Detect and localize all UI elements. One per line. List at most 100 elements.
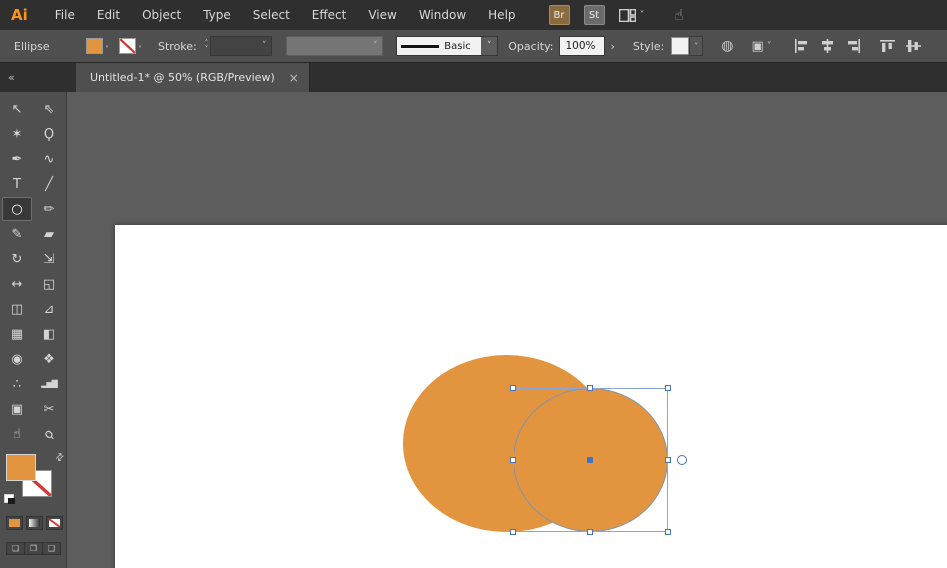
draw-normal-button[interactable]: ❏ [7, 543, 25, 554]
color-button-icon [9, 519, 20, 527]
align-right-button[interactable] [846, 39, 861, 53]
perspective-grid-tool[interactable]: ⊿ [34, 297, 64, 321]
selection-handle-top-center[interactable] [587, 385, 593, 391]
symbol-sprayer-tool[interactable]: ∴ [2, 372, 32, 396]
fill-swatch[interactable] [86, 38, 103, 54]
chevron-down-icon[interactable]: ˅ [689, 36, 703, 56]
swap-fill-stroke-icon[interactable]: ⇄ [53, 451, 67, 465]
menu-bar: Ai File Edit Object Type Select Effect V… [0, 0, 947, 30]
mesh-tool[interactable]: ▦ [2, 322, 32, 346]
fill-color-indicator[interactable] [6, 454, 36, 481]
type-icon: T [13, 178, 21, 191]
selection-handle-bottom-left[interactable] [510, 529, 516, 535]
tab-close-icon[interactable]: × [289, 71, 299, 85]
chevron-down-icon[interactable]: ˅ [481, 37, 497, 55]
slice-tool[interactable]: ✂ [34, 397, 64, 421]
align-left-button[interactable] [794, 39, 809, 53]
hand-gesture-icon[interactable]: ☝ [675, 6, 684, 24]
variable-width-profile-dropdown[interactable]: ˅ [286, 36, 383, 56]
style-label[interactable]: Style: [633, 40, 664, 53]
brush-definition-combo[interactable]: Basic ˅ [396, 36, 498, 56]
selection-handle-top-right[interactable] [665, 385, 671, 391]
menu-effect[interactable]: Effect [301, 8, 358, 22]
zoom-tool[interactable]: ϙ [34, 422, 64, 446]
selection-handle-bottom-right[interactable] [665, 529, 671, 535]
selection-handle-bottom-center[interactable] [587, 529, 593, 535]
eraser-icon: ▰ [44, 228, 54, 241]
stroke-none-swatch[interactable] [119, 38, 136, 54]
eraser-tool[interactable]: ▰ [34, 222, 64, 246]
hand-tool[interactable]: ☝ [2, 422, 32, 446]
chevron-right-icon[interactable]: › [610, 40, 614, 53]
align-vertical-center-button[interactable] [906, 39, 921, 53]
gradient-button[interactable] [26, 516, 43, 530]
line-segment-tool[interactable]: ╱ [34, 172, 64, 196]
graphic-style-swatch[interactable] [671, 37, 689, 55]
document-tab[interactable]: Untitled-1* @ 50% (RGB/Preview) × [76, 63, 310, 92]
bridge-button[interactable]: Br [549, 5, 570, 25]
width-tool[interactable]: ↔ [2, 272, 32, 296]
align-center-button[interactable] [820, 39, 835, 53]
menu-edit[interactable]: Edit [86, 8, 131, 22]
app-logo[interactable]: Ai [11, 6, 28, 24]
chevron-down-icon: ˅ [640, 10, 645, 21]
menu-window[interactable]: Window [408, 8, 477, 22]
live-shape-radius-handle[interactable] [677, 455, 687, 465]
direct-selection-tool[interactable]: ⇖ [34, 97, 64, 121]
shape-builder-icon: ◫ [11, 303, 23, 316]
default-fill-stroke-icon[interactable] [4, 494, 14, 503]
menu-select[interactable]: Select [242, 8, 301, 22]
free-transform-tool[interactable]: ◱ [34, 272, 64, 296]
stroke-label[interactable]: Stroke: [158, 40, 197, 53]
opacity-input[interactable]: 100% [559, 36, 605, 56]
blend-tool[interactable]: ❖ [34, 347, 64, 371]
stepper-down-icon[interactable]: ˅ [205, 46, 209, 52]
menu-file[interactable]: File [44, 8, 86, 22]
direct-selection-tool-icon: ⇖ [44, 103, 55, 116]
stroke-weight-stepper[interactable]: ˄ ˅ [205, 40, 209, 52]
selection-handle-middle-left[interactable] [510, 457, 516, 463]
draw-behind-button[interactable]: ❐ [25, 543, 43, 554]
opacity-label[interactable]: Opacity: [508, 40, 553, 53]
gradient-tool[interactable]: ◧ [34, 322, 64, 346]
stock-button[interactable]: St [584, 5, 605, 25]
type-tool[interactable]: T [2, 172, 32, 196]
stroke-color-control[interactable]: ˅ [119, 38, 142, 54]
none-button[interactable] [46, 516, 63, 530]
shaper-icon: ✎ [12, 228, 23, 241]
column-graph-tool[interactable]: ▂▅▇ [34, 372, 64, 396]
selection-handle-top-left[interactable] [510, 385, 516, 391]
stroke-weight-dropdown[interactable]: ˅ [210, 36, 272, 56]
menu-object[interactable]: Object [131, 8, 192, 22]
fill-stroke-indicator: ⇄ [4, 452, 66, 506]
selection-tool[interactable]: ↖ [2, 97, 32, 121]
eyedropper-tool[interactable]: ◉ [2, 347, 32, 371]
drawing-mode-buttons: ❏ ❐ ❑ [6, 542, 61, 555]
shaper-tool[interactable]: ✎ [2, 222, 32, 246]
paintbrush-tool[interactable]: ✏ [34, 197, 64, 221]
scale-tool[interactable]: ⇲ [34, 247, 64, 271]
pen-tool[interactable]: ✒ [2, 147, 32, 171]
curvature-tool[interactable]: ∿ [34, 147, 64, 171]
artboard-tool[interactable]: ▣ [2, 397, 32, 421]
document-setup-control[interactable]: ▣ ˅ [751, 39, 771, 54]
document-tab-bar: « Untitled-1* @ 50% (RGB/Preview) × [0, 63, 947, 92]
lasso-tool[interactable]: Ϙ [34, 122, 64, 146]
tools-panel: ↖ ⇖ ✶ Ϙ ✒ ∿ T ╱ ○ ✏ ✎ ▰ ↻ ⇲ ↔ ◱ ◫ ⊿ ▦ ◧ … [0, 92, 67, 568]
menu-view[interactable]: View [357, 8, 407, 22]
fill-color-control[interactable]: ˅ [86, 38, 109, 54]
globe-icon[interactable]: ◍ [721, 38, 733, 54]
shape-builder-tool[interactable]: ◫ [2, 297, 32, 321]
ellipse-tool[interactable]: ○ [2, 197, 32, 221]
menu-type[interactable]: Type [192, 8, 242, 22]
selection-handle-middle-right[interactable] [665, 457, 671, 463]
color-button[interactable] [6, 516, 23, 530]
menu-help[interactable]: Help [477, 8, 526, 22]
collapse-panel-button[interactable]: « [0, 63, 76, 92]
magic-wand-tool[interactable]: ✶ [2, 122, 32, 146]
align-top-button[interactable] [880, 39, 895, 53]
draw-inside-button[interactable]: ❑ [43, 543, 60, 554]
shape-center-point[interactable] [587, 457, 593, 463]
rotate-tool[interactable]: ↻ [2, 247, 32, 271]
workspace-switcher-button[interactable]: ˅ [619, 9, 645, 22]
